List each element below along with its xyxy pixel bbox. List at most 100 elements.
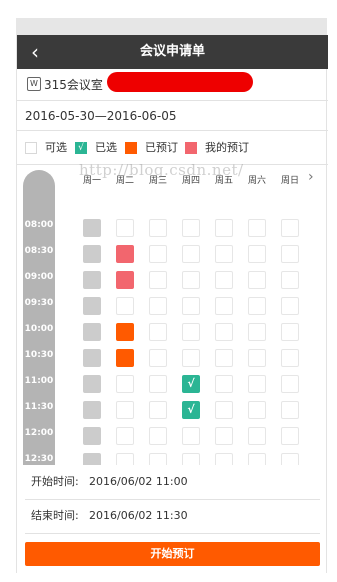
time-slot-cell-unavailable (83, 245, 101, 263)
time-slot-cell[interactable] (149, 401, 167, 419)
time-slot-cell[interactable] (248, 245, 266, 263)
time-slot-cell-unavailable (83, 375, 101, 393)
booking-schedule-grid: 08:00 08:30 09:00 09:30 10:00 10:30 11:00 11:30… (17, 165, 328, 465)
time-slot-cell[interactable] (116, 401, 134, 419)
redaction-mark (107, 72, 253, 92)
time-slot-cell[interactable] (149, 453, 167, 465)
time-slot-cell[interactable] (149, 245, 167, 263)
time-slot-cell[interactable] (248, 375, 266, 393)
time-slot-cell[interactable] (182, 219, 200, 237)
end-time-value: 2016/06/02 11:30 (89, 509, 188, 522)
room-name: 315会议室 · (44, 78, 111, 92)
start-time-row: 开始时间: 2016/06/02 11:00 (17, 467, 328, 497)
time-slot-cell-mine[interactable] (116, 245, 134, 263)
time-slot-cell[interactable] (281, 375, 299, 393)
time-slot-cell[interactable] (248, 271, 266, 289)
time-slot-cell[interactable] (116, 297, 134, 315)
time-slot-cell[interactable] (182, 323, 200, 341)
legend-selected-swatch: √ (75, 142, 87, 154)
time-slot-cell[interactable] (281, 297, 299, 315)
time-slot-cell-unavailable (83, 401, 101, 419)
time-slot-label: 10:30 (24, 350, 54, 360)
day-header: 周日 (280, 176, 299, 186)
time-slot-cell[interactable] (281, 219, 299, 237)
date-range[interactable]: 2016-05-30—2016-06-05 (17, 101, 328, 131)
time-slot-cell[interactable] (215, 401, 233, 419)
legend-free-label: 可选 (45, 141, 67, 154)
time-slot-label: 08:30 (24, 246, 54, 256)
time-slot-label: 09:30 (24, 298, 54, 308)
time-slot-cell[interactable] (215, 323, 233, 341)
time-slot-cell[interactable] (116, 453, 134, 465)
time-slot-cell[interactable] (116, 375, 134, 393)
time-slot-cell[interactable] (182, 453, 200, 465)
time-slot-cell[interactable] (215, 219, 233, 237)
time-slot-cell[interactable] (215, 297, 233, 315)
time-slot-cell[interactable] (248, 401, 266, 419)
time-slot-cell[interactable] (215, 349, 233, 367)
day-header: 周六 (247, 176, 266, 186)
time-slot-cell[interactable] (215, 271, 233, 289)
time-slot-cell[interactable] (248, 323, 266, 341)
page-title: 会议申请单 (139, 44, 205, 59)
time-slot-cell[interactable] (182, 245, 200, 263)
time-slot-cell[interactable] (149, 349, 167, 367)
time-slot-cell[interactable] (116, 219, 134, 237)
time-slot-cell-unavailable (83, 349, 101, 367)
time-slot-label: 09:00 (24, 272, 54, 282)
time-slot-label: 11:30 (24, 402, 54, 412)
time-slot-cell[interactable] (281, 453, 299, 465)
time-slot-label: 11:00 (24, 376, 54, 386)
time-slot-cell-unavailable (83, 271, 101, 289)
time-slot-cell[interactable] (248, 349, 266, 367)
time-slot-cell-mine[interactable] (116, 271, 134, 289)
time-slot-cell-booked (116, 349, 134, 367)
time-slot-cell[interactable] (248, 219, 266, 237)
start-booking-button[interactable]: 开始预订 (25, 542, 320, 566)
time-slot-cell[interactable] (149, 323, 167, 341)
time-slot-cell-unavailable (83, 427, 101, 445)
time-slot-cell[interactable] (215, 375, 233, 393)
time-slot-cell[interactable] (281, 401, 299, 419)
time-slot-cell[interactable] (149, 297, 167, 315)
start-time-label: 开始时间: (31, 475, 79, 488)
end-time-row: 结束时间: 2016/06/02 11:30 (17, 501, 328, 531)
time-slot-cell-unavailable (83, 297, 101, 315)
time-slot-cell[interactable] (149, 375, 167, 393)
time-slot-cell[interactable] (215, 427, 233, 445)
time-slot-cell[interactable] (248, 453, 266, 465)
time-slot-cell[interactable] (281, 427, 299, 445)
time-slot-cell[interactable] (248, 427, 266, 445)
time-slot-cell[interactable] (281, 245, 299, 263)
time-column: 08:00 08:30 09:00 09:30 10:00 10:30 11:00 11:30… (23, 170, 55, 465)
time-slot-cell[interactable] (182, 427, 200, 445)
legend: 可选 √ 已选 已预订 我的预订 (17, 131, 328, 165)
time-slot-cell[interactable] (281, 323, 299, 341)
time-slot-label: 08:00 (24, 220, 54, 230)
time-slot-cell[interactable] (182, 349, 200, 367)
time-slot-cell[interactable] (182, 297, 200, 315)
time-slot-cell[interactable] (248, 297, 266, 315)
time-slot-label: 12:30 (24, 454, 54, 464)
time-slot-cell[interactable] (281, 271, 299, 289)
time-slot-cell-selected[interactable]: √ (182, 401, 200, 419)
time-slot-cell[interactable] (281, 349, 299, 367)
next-week-chevron-icon[interactable]: › (308, 169, 314, 185)
end-time-label: 结束时间: (31, 509, 79, 522)
legend-mine-label: 我的预订 (205, 141, 249, 154)
time-slot-cell[interactable] (182, 271, 200, 289)
time-slot-label: 12:00 (24, 428, 54, 438)
time-slot-cell[interactable] (116, 427, 134, 445)
time-slot-cell[interactable] (215, 453, 233, 465)
legend-free-swatch (25, 142, 37, 154)
time-slot-label: 10:00 (24, 324, 54, 334)
room-selector[interactable]: W 315会议室 · (17, 69, 328, 101)
watermark: http://blog.csdn.net/ (79, 161, 244, 179)
divider (25, 533, 320, 534)
time-slot-cell[interactable] (215, 245, 233, 263)
time-slot-cell[interactable] (149, 427, 167, 445)
time-slot-cell[interactable] (149, 271, 167, 289)
time-slot-cell[interactable] (149, 219, 167, 237)
time-slot-cell-unavailable (83, 219, 101, 237)
time-slot-cell-selected[interactable]: √ (182, 375, 200, 393)
